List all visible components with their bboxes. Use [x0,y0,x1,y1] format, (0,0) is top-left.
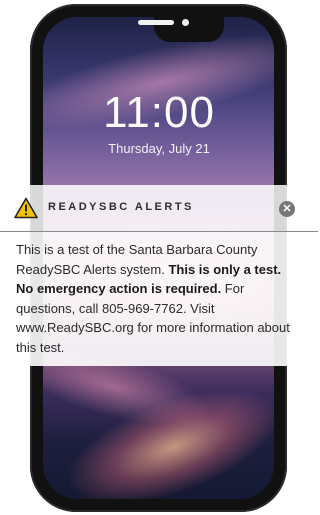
front-camera [182,19,189,26]
warning-triangle-icon [14,197,38,219]
lock-screen-date: Thursday, July 21 [108,141,210,156]
close-icon[interactable]: ✕ [279,201,295,217]
alert-message-panel[interactable]: This is a test of the Santa Barbara Coun… [0,232,300,366]
alert-title: READYSBC ALERTS [48,201,194,213]
alert-header[interactable]: READYSBC ALERTS [0,185,318,232]
phone-notch [154,8,224,42]
speaker-grille [138,20,174,25]
alert-message: This is a test of the Santa Barbara Coun… [16,240,294,358]
lock-screen-time: 11:00 [103,88,215,137]
